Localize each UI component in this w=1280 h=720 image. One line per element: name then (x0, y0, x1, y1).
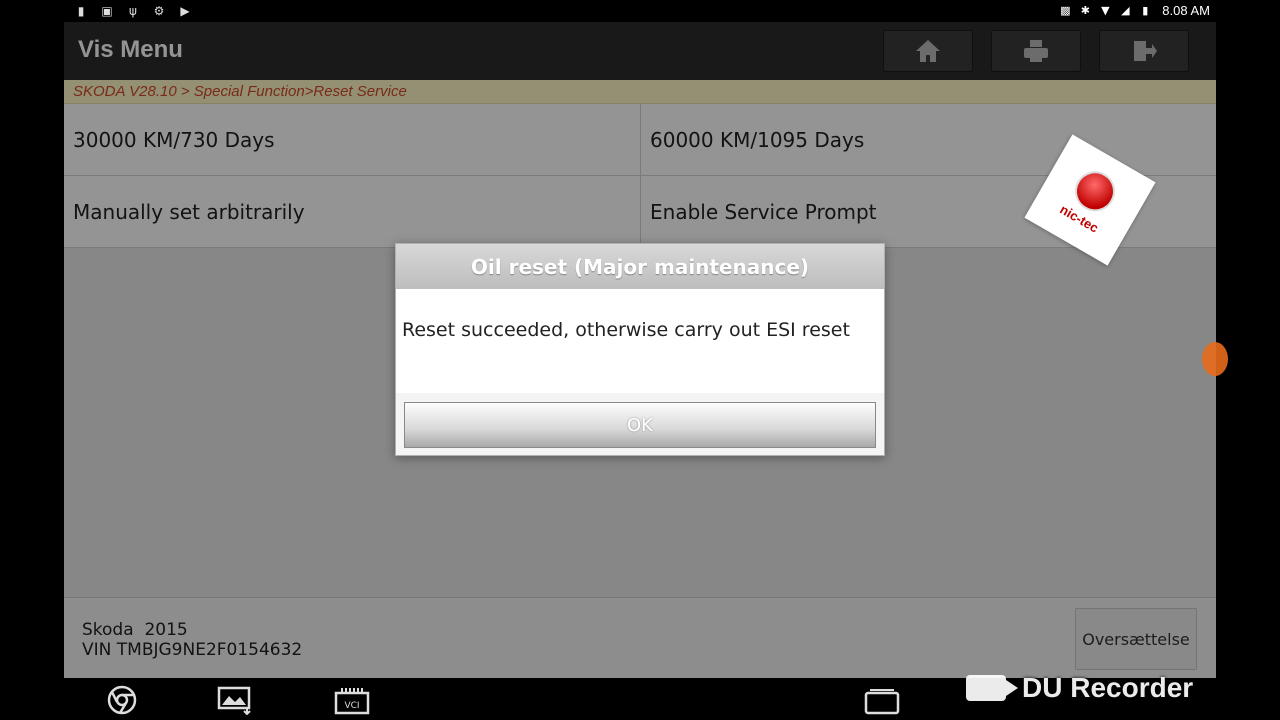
wifi-icon: ▼ (1101, 3, 1110, 17)
screenshot-button[interactable] (215, 684, 255, 716)
du-recorder-watermark: DU Recorder (966, 672, 1193, 704)
status-bar-notifications: ▮ ▣ ψ ⚙ ▶ (72, 2, 194, 20)
ok-button[interactable]: OK (404, 402, 876, 448)
status-clock: 8.08 AM (1162, 2, 1210, 18)
gallery-icon: ▣ (101, 4, 113, 18)
browser-button[interactable] (102, 684, 142, 716)
vci-icon: VCI (334, 688, 370, 715)
recorder-camera-icon (966, 675, 1018, 701)
status-bar-system: ▩ ✱ ▼ ◢ ▮ 8.08 AM (1058, 2, 1210, 18)
dialog-title: Oil reset (Major maintenance) (396, 244, 884, 289)
screenshot-icon (217, 686, 251, 715)
signal-icon: ◢ (1121, 3, 1130, 17)
oil-reset-dialog: Oil reset (Major maintenance) Reset succ… (395, 243, 885, 456)
video-icon: ▮ (77, 4, 85, 18)
vci-button[interactable]: VCI (332, 684, 372, 716)
cast-icon: ▩ (1060, 3, 1071, 17)
debug-icon: ⚙ (153, 4, 165, 18)
vci-label: VCI (344, 701, 359, 711)
recent-apps-icon (864, 689, 900, 715)
bluetooth-icon: ✱ (1080, 3, 1090, 17)
status-bar: ▮ ▣ ψ ⚙ ▶ ▩ ✱ ▼ ◢ ▮ 8.08 AM (0, 0, 1280, 22)
recorder-text: DU Recorder (1022, 672, 1194, 703)
floating-recorder-bubble[interactable] (1202, 342, 1228, 376)
recent-apps-button[interactable] (862, 684, 902, 716)
usb-icon: ψ (129, 4, 137, 18)
play-store-icon: ▶ (180, 4, 190, 18)
dialog-message: Reset succeeded, otherwise carry out ESI… (396, 289, 884, 393)
browser-icon (107, 685, 137, 715)
battery-icon: ▮ (1142, 3, 1149, 17)
